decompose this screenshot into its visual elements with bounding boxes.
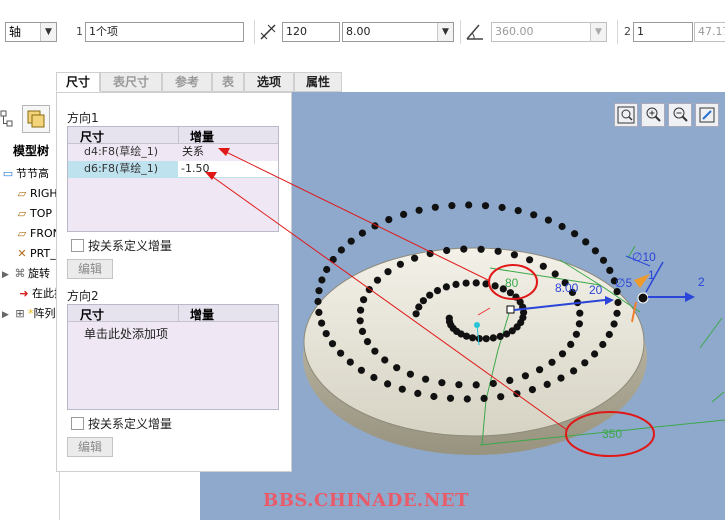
table-header: 尺寸 增量	[68, 305, 278, 322]
tab-table-dimensions[interactable]: 表尺寸	[100, 72, 162, 92]
dashboard-toolbar: 轴 ▼ 1 1个项 120 8.00 ▼ 360.00 ▼ 2 1 47.17	[0, 0, 725, 64]
row-increment[interactable]: 关系	[182, 144, 204, 160]
watermark-text: BBS.CHINADE.NET	[263, 490, 469, 511]
tree-toolbar	[0, 105, 56, 133]
revolve-icon: ⌘	[14, 267, 26, 280]
tab-dimensions[interactable]: 尺寸	[56, 72, 100, 92]
table-header: 尺寸 增量	[68, 127, 278, 144]
ref-index-label: 1	[76, 25, 83, 38]
dir2-count-value: 1	[637, 25, 644, 38]
dir2-index-label: 2	[624, 25, 631, 38]
tree-item-part[interactable]: ▭ 节节高	[0, 165, 49, 183]
add-item-placeholder[interactable]: 单击此处添加项	[84, 325, 168, 342]
row-dimension: d6:F8(草绘_1)	[84, 162, 159, 175]
column-header-increment: 增量	[190, 308, 215, 322]
row-increment[interactable]: -1.50	[178, 161, 278, 177]
dir1-relation-checkbox[interactable]	[71, 239, 84, 252]
increment-select[interactable]: 8.00 ▼	[342, 22, 454, 42]
reference-value: 1个项	[89, 25, 118, 38]
tree-item-revolve[interactable]: ▶ ⌘ 旋转	[2, 265, 50, 283]
column-header-increment: 增量	[190, 130, 215, 144]
separator	[617, 20, 618, 44]
tree-item-label: TOP	[30, 207, 53, 220]
model-tree-panel: 模型树 ▭节节高 ▱RIGHT ▱TOP ▱FRONT ✕PRT_CSYS_DE…	[0, 92, 111, 520]
dir2-relation-checkbox[interactable]	[71, 417, 84, 430]
separator	[254, 20, 255, 44]
datum-plane-icon: ▱	[17, 187, 27, 200]
chevron-down-icon: ▼	[590, 23, 606, 41]
model-tree-title: 模型树	[13, 144, 50, 158]
layers-icon	[27, 110, 45, 128]
reference-collector[interactable]: 1个项	[85, 22, 244, 42]
dir2-relation-label: 按关系定义增量	[88, 417, 173, 431]
repaint-button[interactable]	[695, 103, 719, 127]
angle-select[interactable]: 360.00 ▼	[491, 22, 607, 42]
csys-icon: ✕	[17, 247, 27, 260]
pattern-type-select[interactable]: 轴 ▼	[5, 22, 57, 42]
tree-item-pattern[interactable]: ▶ ⊞ *阵列	[2, 305, 56, 323]
member-count-value: 120	[286, 25, 307, 38]
dir2-increment-input[interactable]: 47.17	[694, 22, 725, 42]
tree-item-label: 节节高	[16, 167, 49, 180]
zoom-out-button[interactable]	[668, 103, 692, 127]
increment-value: 8.00	[346, 25, 371, 38]
tab-references[interactable]: 参考	[162, 72, 212, 92]
repaint-icon	[699, 107, 715, 123]
column-divider	[178, 305, 179, 322]
graphics-viewport[interactable]	[292, 92, 725, 520]
zoom-out-icon	[673, 107, 688, 122]
direction1-table: 尺寸 增量 d4:F8(草绘_1) 关系 d6:F8(草绘_1) -1.50	[67, 126, 279, 232]
tree-item-label: 旋转	[28, 267, 50, 280]
dir1-relation-label: 按关系定义增量	[88, 239, 173, 253]
angle-value: 360.00	[495, 25, 534, 38]
row-dimension: d4:F8(草绘_1)	[84, 145, 159, 158]
refit-button[interactable]	[614, 103, 638, 127]
part-icon: ▭	[2, 167, 14, 180]
view-toolbar	[614, 103, 725, 127]
expand-arrow-icon[interactable]: ▶	[2, 306, 12, 324]
angle-icon[interactable]	[465, 22, 485, 42]
insert-here-icon: ➜	[19, 287, 29, 300]
pattern-type-value: 轴	[9, 25, 22, 39]
zoom-in-button[interactable]	[641, 103, 665, 127]
tree-item-top[interactable]: ▱ TOP	[14, 205, 52, 223]
pattern-icon: ⊞	[15, 307, 25, 320]
expand-arrow-icon[interactable]: ▶	[2, 266, 12, 284]
table-row[interactable]: d4:F8(草绘_1) 关系	[68, 144, 278, 161]
tree-view-icon[interactable]	[0, 109, 14, 129]
tab-options[interactable]: 选项	[244, 72, 294, 92]
datum-plane-icon: ▱	[17, 227, 27, 240]
dimensions-panel: 方向1 尺寸 增量 d4:F8(草绘_1) 关系 d6:F8(草绘_1) -1.…	[56, 92, 292, 472]
direction1-label: 方向1	[67, 111, 99, 125]
chevron-down-icon: ▼	[437, 23, 453, 41]
direction2-table: 尺寸 增量 单击此处添加项	[67, 304, 279, 410]
separator	[460, 20, 461, 44]
direction2-label: 方向2	[67, 289, 99, 303]
dir2-count-input[interactable]: 1	[633, 22, 693, 42]
tab-properties[interactable]: 属性	[294, 72, 342, 92]
table-row[interactable]: d6:F8(草绘_1) -1.50	[68, 161, 278, 178]
dir2-edit-button[interactable]: 编辑	[67, 437, 113, 457]
layer-button[interactable]	[22, 105, 50, 133]
member-count-input[interactable]: 120	[282, 22, 340, 42]
tab-table[interactable]: 表	[212, 72, 244, 92]
column-header-dimension: 尺寸	[80, 130, 105, 144]
spacing-icon[interactable]	[258, 22, 278, 42]
dir2-increment-value: 47.17	[698, 25, 725, 38]
refit-icon	[617, 106, 635, 124]
tree-item-label: 阵列	[33, 307, 56, 320]
dir1-edit-button[interactable]: 编辑	[67, 259, 113, 279]
chevron-down-icon: ▼	[40, 23, 56, 41]
column-divider	[178, 127, 179, 144]
datum-plane-icon: ▱	[17, 207, 27, 220]
column-header-dimension: 尺寸	[80, 308, 105, 322]
zoom-in-icon	[646, 107, 661, 122]
